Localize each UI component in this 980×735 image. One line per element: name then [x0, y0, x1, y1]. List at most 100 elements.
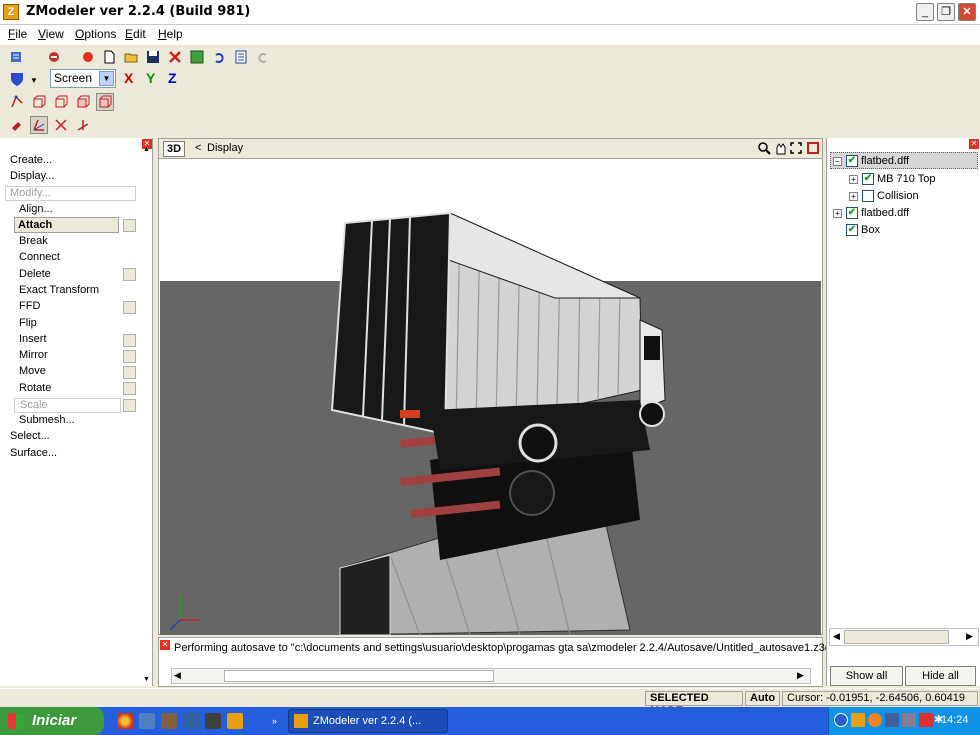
expand-icon[interactable]: + [849, 175, 858, 184]
chrome-icon[interactable] [117, 713, 133, 729]
zmodeler-shortcut-icon[interactable] [227, 713, 243, 729]
scroll-right-icon[interactable]: ▶ [797, 670, 804, 681]
delete-command[interactable]: Delete [19, 268, 51, 280]
create-command[interactable]: Create... [10, 154, 52, 166]
shield-icon[interactable] [8, 70, 26, 88]
quicklaunch-more-icon[interactable]: » [272, 716, 277, 726]
object-select-icon[interactable] [52, 93, 70, 111]
new-file-icon[interactable] [100, 48, 118, 66]
modify-command[interactable]: Modify... [5, 186, 136, 201]
expand-icon[interactable]: + [833, 209, 842, 218]
auto-status[interactable]: Auto [745, 691, 780, 706]
scroll-thumb[interactable] [844, 630, 949, 644]
checkbox-checked-icon[interactable]: ✔ [862, 173, 874, 185]
mirror-command[interactable]: Mirror [19, 349, 48, 361]
attach-options-box[interactable] [123, 219, 136, 232]
close-log-icon[interactable]: ✕ [160, 640, 170, 650]
axis-z-button[interactable]: Z [168, 70, 177, 86]
tree-horizontal-scrollbar[interactable]: ◀ ▶ [829, 628, 979, 646]
insert-command[interactable]: Insert [19, 333, 47, 345]
save-icon[interactable] [144, 48, 162, 66]
scale-command[interactable]: Scale [14, 398, 121, 413]
display-label[interactable]: Display [207, 142, 243, 154]
view-mode-select[interactable]: Screen ▼ [50, 69, 116, 88]
axis-lock-xz-icon[interactable] [74, 116, 92, 134]
delete-icon[interactable] [166, 48, 184, 66]
open-folder-icon[interactable] [122, 48, 140, 66]
menu-options[interactable]: Options [75, 27, 116, 41]
checkbox-checked-icon[interactable]: ✔ [846, 224, 858, 236]
tray-zmodeler-icon[interactable] [851, 713, 865, 727]
minimize-button[interactable]: _ [916, 3, 934, 21]
redo-icon[interactable] [254, 48, 272, 66]
expand-icon[interactable]: + [849, 192, 858, 201]
close-button[interactable]: ✕ [958, 3, 976, 21]
3d-viewport-canvas[interactable] [160, 160, 821, 635]
new-scene-icon[interactable] [8, 48, 26, 66]
submesh-command[interactable]: Submesh... [19, 414, 75, 426]
box-select-icon[interactable] [96, 93, 114, 111]
move-command[interactable]: Move [19, 365, 46, 377]
hide-all-button[interactable]: Hide all [905, 666, 976, 686]
align-command[interactable]: Align... [19, 203, 53, 215]
mirror-options-box[interactable] [123, 350, 136, 363]
fit-view-icon[interactable] [789, 141, 803, 155]
restore-button[interactable]: ❐ [937, 3, 955, 21]
properties-icon[interactable] [232, 48, 250, 66]
scroll-left-icon[interactable]: ◀ [833, 631, 840, 642]
ffd-options-box[interactable] [123, 301, 136, 314]
taskbar-window-zmodeler[interactable]: ZModeler ver 2.2.4 (... [288, 709, 448, 733]
maximize-viewport-icon[interactable] [807, 142, 819, 154]
close-tree-icon[interactable]: ✕ [969, 139, 979, 149]
exact-transform-command[interactable]: Exact Transform [19, 284, 99, 296]
break-command[interactable]: Break [19, 235, 48, 247]
tray-app-icon[interactable] [868, 713, 882, 727]
zoom-icon[interactable] [757, 141, 771, 155]
car-app-icon[interactable] [205, 713, 221, 729]
game-icon[interactable] [161, 713, 177, 729]
tray-volume-icon[interactable] [902, 713, 916, 727]
menu-view[interactable]: View [38, 27, 64, 41]
scroll-right-icon[interactable]: ▶ [966, 631, 973, 642]
collapse-icon[interactable]: − [833, 157, 842, 166]
scroll-down-icon[interactable]: ▼ [143, 676, 151, 684]
view-3d-button[interactable]: 3D [163, 141, 185, 157]
selection-mode-status[interactable]: SELECTED MODE [645, 691, 743, 717]
image-icon[interactable] [188, 48, 206, 66]
scale-options-box[interactable] [123, 399, 136, 412]
select-command[interactable]: Select... [10, 430, 50, 442]
start-button[interactable]: Iniciar [0, 707, 104, 735]
log-horizontal-scrollbar[interactable]: ◀ ▶ [171, 668, 811, 684]
rotate-options-box[interactable] [123, 382, 136, 395]
checkbox-unchecked-icon[interactable] [862, 190, 874, 202]
paint-icon[interactable] [8, 116, 26, 134]
record-icon[interactable] [79, 48, 97, 66]
pan-hand-icon[interactable] [773, 141, 787, 155]
show-all-button[interactable]: Show all [830, 666, 903, 686]
dropdown-arrow-icon[interactable]: ▼ [99, 71, 114, 86]
face-select-icon[interactable] [30, 93, 48, 111]
connect-command[interactable]: Connect [19, 251, 60, 263]
delete-options-box[interactable] [123, 268, 136, 281]
axis-x-button[interactable]: X [124, 70, 133, 86]
display-command[interactable]: Display... [10, 170, 54, 182]
menu-file[interactable]: File [8, 27, 27, 41]
ffd-command[interactable]: FFD [19, 300, 40, 312]
scroll-thumb[interactable] [224, 670, 494, 682]
checkbox-checked-icon[interactable]: ✔ [846, 155, 858, 167]
network-icon[interactable] [139, 713, 155, 729]
insert-options-box[interactable] [123, 334, 136, 347]
move-options-box[interactable] [123, 366, 136, 379]
scroll-left-icon[interactable]: ◀ [174, 670, 181, 681]
attach-command[interactable]: Attach [14, 217, 119, 233]
app-shortcut-icon[interactable] [183, 713, 199, 729]
tray-security-icon[interactable] [919, 713, 933, 727]
tray-network-icon[interactable] [885, 713, 899, 727]
axis-lock-yz-icon[interactable] [52, 116, 70, 134]
menu-help[interactable]: Help [158, 27, 183, 41]
undo-icon[interactable] [210, 48, 228, 66]
axis-y-button[interactable]: Y [146, 70, 155, 86]
clock[interactable]: 14:24 [941, 714, 969, 726]
vertex-select-icon[interactable] [8, 93, 26, 111]
open-recent-icon[interactable] [45, 48, 63, 66]
